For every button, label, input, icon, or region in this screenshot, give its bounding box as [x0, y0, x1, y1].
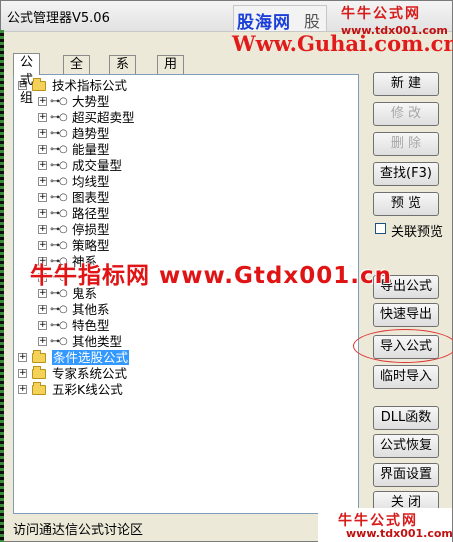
tree-item-label: 均线型 [72, 174, 110, 189]
expand-icon[interactable]: + [38, 305, 47, 314]
tree-item-label: 图表型 [72, 190, 110, 205]
tab-all[interactable]: 全部 [63, 55, 91, 90]
folder-icon [32, 350, 46, 363]
formula-tree[interactable]: ⊟ 技术指标公式 + ⊶○ 大势型 + ⊶○ 超买超卖型 + ⊶○ 趋势型 + … [13, 74, 359, 514]
key-icon: ⊶○ [50, 160, 68, 171]
key-icon: ⊶○ [50, 240, 68, 251]
tree-item-label: 路径型 [72, 206, 110, 221]
key-icon: ⊶○ [50, 192, 68, 203]
key-icon: ⊶○ [50, 112, 68, 123]
tree-item-label: 特色型 [72, 318, 110, 333]
guhai-logo-partial: 股 [304, 12, 321, 31]
tree-item-label: 其他类型 [72, 334, 123, 349]
tree-item-label: 成交量型 [72, 158, 123, 173]
expand-icon[interactable]: + [38, 97, 47, 106]
preview-button[interactable]: 预 览 [373, 192, 439, 216]
key-icon: ⊶○ [50, 176, 68, 187]
expand-icon[interactable]: + [38, 161, 47, 170]
key-icon: ⊶○ [50, 320, 68, 331]
tree-item-label: 能量型 [72, 142, 110, 157]
expand-icon[interactable]: + [38, 225, 47, 234]
quick-export-button[interactable]: 快速导出 [373, 303, 439, 327]
expand-icon[interactable]: + [38, 321, 47, 330]
niuniu-watermark-bottom: 牛牛公式网 www.tdx001.com [318, 508, 453, 542]
key-icon: ⊶○ [50, 208, 68, 219]
tab-user[interactable]: 用户 [157, 55, 185, 90]
expand-icon[interactable]: + [18, 353, 27, 362]
expand-icon[interactable]: + [38, 113, 47, 122]
ui-settings-button[interactable]: 界面设置 [373, 463, 439, 487]
tree-item-label: 专家系统公式 [52, 366, 128, 381]
dll-button[interactable]: DLL函数 [373, 406, 439, 430]
restore-button[interactable]: 公式恢复 [373, 434, 439, 458]
key-icon: ⊶○ [50, 224, 68, 235]
expand-icon[interactable]: + [38, 145, 47, 154]
tree-item-label: 趋势型 [72, 126, 110, 141]
tab-system[interactable]: 系统 [109, 55, 137, 90]
expand-icon[interactable]: + [38, 193, 47, 202]
linked-preview-checkbox[interactable] [375, 223, 386, 234]
modify-button[interactable]: 修 改 [373, 102, 439, 126]
expand-icon[interactable]: + [38, 337, 47, 346]
tree-item-label: 技术指标公式 [52, 78, 128, 93]
delete-button[interactable]: 删 除 [373, 132, 439, 156]
expand-icon[interactable]: + [18, 385, 27, 394]
expand-icon[interactable]: + [18, 369, 27, 378]
forum-link[interactable]: 访问通达信公式讨论区 [13, 519, 143, 538]
key-icon: ⊶○ [50, 96, 68, 107]
key-icon: ⊶○ [50, 128, 68, 139]
expand-icon[interactable]: + [38, 209, 47, 218]
key-icon: ⊶○ [50, 336, 68, 347]
background-chart-strip [0, 30, 4, 542]
niuniu-watermark-middle: 牛牛指标网 www.Gtdx001.cn [30, 263, 392, 289]
tree-item-label: 策略型 [72, 238, 110, 253]
tree-item-label: 停损型 [72, 222, 110, 237]
linked-preview-label: 关联预览 [391, 225, 444, 240]
tree-item-label-selected: 条件选股公式 [52, 350, 130, 365]
expand-icon[interactable]: + [38, 289, 47, 298]
guhai-logo-text: 股海网 [237, 13, 291, 33]
tree-item-label: 其他系 [72, 302, 110, 317]
guhai-url-watermark: Www.Guhai.com.cn [232, 31, 453, 56]
expand-icon[interactable]: + [38, 129, 47, 138]
find-button[interactable]: 查找(F3) [373, 162, 439, 186]
folder-icon [32, 382, 46, 395]
window-title: 公式管理器V5.06 [7, 11, 110, 26]
guhai-logo-watermark: 股海网 股 [233, 5, 327, 33]
tree-item-label: 超买超卖型 [72, 110, 135, 125]
tab-formula-group[interactable]: 公式组 [13, 53, 41, 106]
expand-icon[interactable]: + [38, 177, 47, 186]
niuniu-watermark-bottom-url: www.tdx001.com [346, 527, 453, 540]
key-icon: ⊶○ [50, 304, 68, 315]
import-button[interactable]: 导入公式 [373, 335, 439, 359]
temp-import-button[interactable]: 临时导入 [373, 365, 439, 389]
folder-icon [32, 366, 46, 379]
key-icon: ⊶○ [50, 144, 68, 155]
niuniu-watermark-top-name: 牛牛公式网 [341, 6, 421, 22]
tree-item-label: 五彩K线公式 [52, 382, 123, 397]
expand-icon[interactable]: + [38, 241, 47, 250]
title-bar: 公式管理器V5.06 股海网 股 牛牛公式网 www.tdx001.com [1, 1, 452, 37]
folder-icon [32, 78, 46, 91]
new-button[interactable]: 新 建 [373, 72, 439, 96]
tree-item-label: 大势型 [72, 94, 110, 109]
